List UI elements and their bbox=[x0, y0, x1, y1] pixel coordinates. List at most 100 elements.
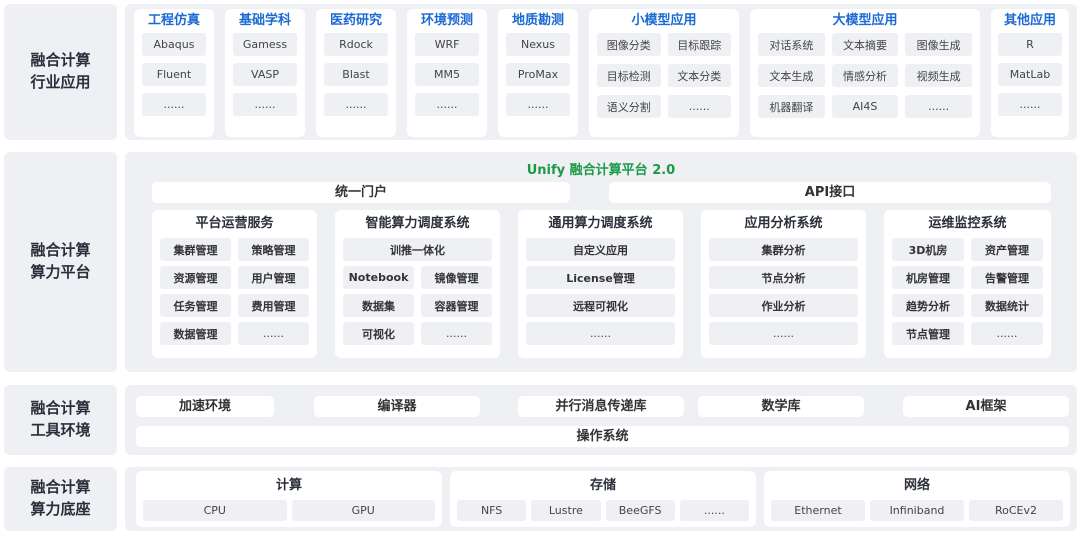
system-item: 资源管理 bbox=[160, 266, 231, 289]
tools-panel: 加速环境 编译器 并行消息传递库 数学库 AI框架 操作系统 bbox=[125, 385, 1077, 455]
base-item: Lustre bbox=[531, 500, 601, 521]
system-item: 任务管理 bbox=[160, 294, 231, 317]
system-item: 集群分析 bbox=[709, 238, 858, 261]
tool-ai-framework: AI框架 bbox=[903, 396, 1069, 417]
row-label-base: 融合计算 算力底座 bbox=[4, 467, 117, 531]
base-card-title: 网络 bbox=[903, 478, 930, 493]
tool-math-library: 数学库 bbox=[698, 396, 864, 417]
app-card-geological-survey: 地质勘测 Nexus ProMax ...... bbox=[498, 9, 578, 137]
app-item: ...... bbox=[998, 93, 1062, 116]
app-item: ...... bbox=[324, 93, 388, 116]
app-item: ...... bbox=[233, 93, 297, 116]
app-card-large-model: 大模型应用 对话系统 文本摘要 图像生成 文本生成 情感分析 视频生成 机器翻译… bbox=[750, 9, 980, 137]
app-card-title: 其他应用 bbox=[1003, 13, 1056, 28]
app-item: MM5 bbox=[415, 63, 479, 86]
system-item: 远程可视化 bbox=[526, 294, 675, 317]
system-item: 资产管理 bbox=[971, 238, 1043, 261]
system-item: 告警管理 bbox=[971, 266, 1043, 289]
app-item: ProMax bbox=[506, 63, 570, 86]
system-item: ...... bbox=[238, 322, 309, 345]
app-card-other: 其他应用 R MatLab ...... bbox=[991, 9, 1069, 137]
system-card-general-scheduling: 通用算力调度系统 自定义应用 License管理 远程可视化 ...... bbox=[518, 210, 683, 358]
app-item: ...... bbox=[905, 95, 972, 118]
base-item: NFS bbox=[457, 500, 527, 521]
app-card-title: 大模型应用 bbox=[832, 13, 898, 28]
system-item: ...... bbox=[526, 322, 675, 345]
app-item: MatLab bbox=[998, 63, 1062, 86]
api-interface-bar: API接口 bbox=[609, 182, 1051, 203]
base-card-network: 网络 Ethernet Infiniband RoCEv2 bbox=[764, 471, 1070, 527]
app-item: ...... bbox=[667, 95, 731, 118]
system-card-app-analysis: 应用分析系统 集群分析 节点分析 作业分析 ...... bbox=[701, 210, 866, 358]
app-item: 语义分割 bbox=[597, 95, 661, 118]
system-item: 趋势分析 bbox=[892, 294, 964, 317]
app-item: Nexus bbox=[506, 33, 570, 56]
app-item: 图像分类 bbox=[597, 33, 661, 56]
app-item: Abaqus bbox=[142, 33, 206, 56]
system-item: ...... bbox=[709, 322, 858, 345]
app-item: AI4S bbox=[831, 95, 899, 118]
system-item: 3D机房 bbox=[892, 238, 964, 261]
row-label-tools: 融合计算 工具环境 bbox=[4, 385, 117, 455]
system-card-operations: 平台运营服务 集群管理 策略管理 资源管理 用户管理 任务管理 费用管理 数据管… bbox=[152, 210, 317, 358]
system-item: 集群管理 bbox=[160, 238, 231, 261]
system-item: 节点分析 bbox=[709, 266, 858, 289]
unified-portal-bar: 统一门户 bbox=[152, 182, 570, 203]
system-item: 自定义应用 bbox=[526, 238, 675, 261]
app-card-title: 基础学科 bbox=[238, 13, 291, 28]
app-item: 机器翻译 bbox=[758, 95, 825, 118]
app-item: Rdock bbox=[324, 33, 388, 56]
tool-mpi-library: 并行消息传递库 bbox=[518, 396, 684, 417]
system-item: 作业分析 bbox=[709, 294, 858, 317]
system-item: 镜像管理 bbox=[421, 266, 492, 289]
app-card-title: 环境预测 bbox=[420, 13, 473, 28]
system-card-ops-monitoring: 运维监控系统 3D机房 资产管理 机房管理 告警管理 趋势分析 数据统计 节点管… bbox=[884, 210, 1051, 358]
app-card-title: 工程仿真 bbox=[147, 13, 200, 28]
industry-panel: 工程仿真 Abaqus Fluent ...... 基础学科 Gamess VA… bbox=[125, 4, 1077, 140]
app-card-basic-science: 基础学科 Gamess VASP ...... bbox=[225, 9, 305, 137]
app-item: 情感分析 bbox=[831, 64, 899, 87]
system-item: 可视化 bbox=[343, 322, 414, 345]
app-item: 对话系统 bbox=[758, 33, 825, 56]
app-item: 目标检测 bbox=[597, 64, 661, 87]
base-item: ...... bbox=[679, 500, 749, 521]
row-label-platform: 融合计算 算力平台 bbox=[4, 152, 117, 372]
app-card-environment-forecast: 环境预测 WRF MM5 ...... bbox=[407, 9, 487, 137]
base-item: Infiniband bbox=[870, 500, 964, 521]
system-item: 费用管理 bbox=[238, 294, 309, 317]
system-card-title: 运维监控系统 bbox=[928, 216, 1007, 231]
platform-title: Unify 融合计算平台 2.0 bbox=[526, 163, 676, 178]
system-item: 数据集 bbox=[343, 294, 414, 317]
app-item: ...... bbox=[142, 93, 206, 116]
row-label-industry: 融合计算 行业应用 bbox=[4, 4, 117, 140]
app-item: 文本摘要 bbox=[831, 33, 899, 56]
base-card-title: 计算 bbox=[275, 478, 302, 493]
base-panel: 计算 CPU GPU 存储 NFS Lustre BeeGFS ...... 网… bbox=[125, 467, 1077, 531]
base-item: BeeGFS bbox=[605, 500, 675, 521]
system-card-title: 应用分析系统 bbox=[744, 216, 823, 231]
app-card-pharma-research: 医药研究 Rdock Blast ...... bbox=[316, 9, 396, 137]
tool-accel-env: 加速环境 bbox=[136, 396, 274, 417]
base-card-compute: 计算 CPU GPU bbox=[136, 471, 442, 527]
system-item: License管理 bbox=[526, 266, 675, 289]
system-item: ...... bbox=[971, 322, 1043, 345]
system-item: Notebook bbox=[343, 266, 414, 289]
app-card-small-model: 小模型应用 图像分类 目标跟踪 目标检测 文本分类 语义分割 ...... bbox=[589, 9, 739, 137]
system-item: 容器管理 bbox=[421, 294, 492, 317]
system-item: 机房管理 bbox=[892, 266, 964, 289]
base-item: Ethernet bbox=[771, 500, 865, 521]
app-card-engineering-simulation: 工程仿真 Abaqus Fluent ...... bbox=[134, 9, 214, 137]
app-item: 文本生成 bbox=[758, 64, 825, 87]
app-item: ...... bbox=[415, 93, 479, 116]
base-item: CPU bbox=[143, 500, 287, 521]
os-bar: 操作系统 bbox=[136, 426, 1069, 447]
app-item: 图像生成 bbox=[905, 33, 972, 56]
system-card-title: 平台运营服务 bbox=[195, 216, 274, 231]
base-item: RoCEv2 bbox=[969, 500, 1063, 521]
system-card-ai-scheduling: 智能算力调度系统 训推一体化 Notebook 镜像管理 数据集 容器管理 可视… bbox=[335, 210, 500, 358]
app-card-title: 地质勘测 bbox=[511, 13, 564, 28]
app-item: Fluent bbox=[142, 63, 206, 86]
app-item: Blast bbox=[324, 63, 388, 86]
tool-compiler: 编译器 bbox=[314, 396, 480, 417]
system-item: 训推一体化 bbox=[343, 238, 492, 261]
